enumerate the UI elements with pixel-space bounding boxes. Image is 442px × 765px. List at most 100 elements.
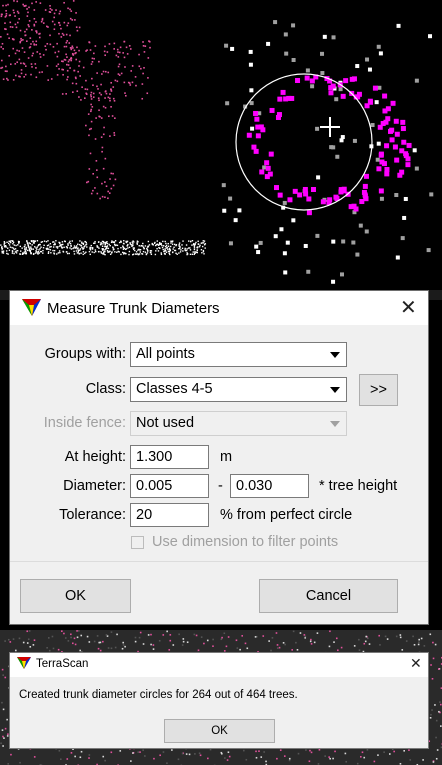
trunk-point	[400, 126, 406, 132]
lower-cloud-point	[431, 677, 434, 680]
lower-cloud-point	[334, 750, 336, 753]
canopy-point	[35, 40, 38, 43]
groups-with-select[interactable]: All points	[130, 342, 347, 367]
canopy-point	[78, 49, 80, 52]
ground-point	[82, 253, 84, 256]
lower-cloud-point	[162, 634, 165, 636]
ground-point	[11, 246, 13, 249]
class-select[interactable]: Classes 4-5	[130, 377, 347, 402]
tolerance-input[interactable]: 20	[130, 503, 209, 527]
lower-cloud-point	[434, 643, 437, 646]
canopy-point	[88, 128, 91, 131]
canopy-point	[58, 68, 60, 70]
ground-point	[55, 240, 57, 242]
scatter-point	[320, 71, 325, 76]
cancel-button[interactable]: Cancel	[259, 579, 398, 613]
ground-point	[104, 249, 106, 251]
canopy-point	[14, 15, 16, 17]
message-ok-button[interactable]: OK	[164, 719, 275, 743]
at-height-input[interactable]: 1.300	[130, 445, 209, 469]
ground-point	[102, 241, 105, 243]
canopy-point	[134, 76, 137, 78]
trunk-point	[277, 96, 283, 102]
ground-point	[32, 248, 35, 250]
canopy-point	[7, 79, 9, 81]
ground-point	[168, 247, 171, 250]
ground-point	[181, 247, 184, 249]
ground-point	[153, 242, 156, 245]
lower-cloud-point	[435, 736, 437, 739]
canopy-point	[50, 78, 53, 80]
class-more-button[interactable]: >>	[359, 374, 398, 406]
lower-cloud-point	[255, 750, 257, 753]
trunk-point	[376, 166, 382, 172]
canopy-point	[56, 55, 59, 58]
ground-point	[167, 245, 170, 247]
trunk-point	[397, 172, 403, 178]
ground-point	[106, 245, 108, 248]
lower-cloud-point	[66, 758, 69, 760]
ground-point	[16, 249, 19, 252]
ground-point	[17, 241, 20, 244]
lower-cloud-point	[70, 636, 72, 639]
lower-cloud-point	[4, 640, 6, 642]
canopy-point	[78, 26, 81, 29]
canopy-point	[30, 43, 32, 45]
scatter-point	[283, 270, 288, 275]
canopy-point	[117, 56, 120, 58]
canopy-point	[60, 27, 62, 30]
lower-cloud-point	[18, 637, 21, 640]
chevron-down-icon[interactable]	[326, 345, 344, 364]
canopy-point	[22, 3, 24, 6]
ground-point	[84, 245, 86, 247]
lower-cloud-point	[435, 757, 438, 760]
canopy-point	[129, 48, 132, 50]
chevron-down-icon[interactable]	[326, 380, 344, 399]
canopy-point	[125, 46, 128, 49]
ground-point	[30, 252, 32, 255]
canopy-point	[96, 72, 98, 74]
ok-button[interactable]: OK	[20, 579, 131, 613]
ground-point	[122, 251, 124, 254]
ground-point	[157, 250, 160, 252]
trunk-point	[320, 199, 326, 205]
ground-point	[59, 244, 62, 246]
ground-point	[116, 251, 118, 253]
ground-point	[26, 242, 29, 245]
canopy-point	[53, 23, 56, 26]
trunk-point	[349, 76, 355, 82]
ground-point	[142, 250, 145, 253]
lower-cloud-point	[185, 753, 188, 755]
lower-cloud-point	[194, 753, 196, 755]
lower-cloud-point	[436, 749, 439, 751]
close-icon[interactable]: ✕	[410, 655, 422, 672]
canopy-point	[53, 16, 56, 19]
close-icon[interactable]: ✕	[400, 295, 417, 320]
scatter-point	[305, 68, 310, 73]
scatter-point	[262, 165, 267, 170]
canopy-point	[107, 197, 109, 200]
canopy-point	[56, 42, 58, 45]
scatter-point	[283, 32, 288, 37]
scatter-point	[358, 223, 363, 228]
ground-point	[128, 250, 131, 253]
diameter-max-input[interactable]: 0.030	[230, 474, 309, 498]
ground-point	[8, 240, 10, 242]
diameter-min-input[interactable]: 0.005	[130, 474, 209, 498]
lower-cloud-point	[241, 635, 244, 637]
canopy-point	[59, 10, 62, 13]
canopy-point	[22, 39, 24, 41]
canopy-point	[90, 103, 92, 106]
ground-point	[21, 247, 23, 249]
lower-cloud-point	[58, 749, 61, 752]
lower-cloud-point	[438, 710, 440, 713]
scatter-point	[396, 23, 401, 28]
ground-point	[104, 253, 106, 256]
lower-cloud-point	[383, 751, 385, 753]
canopy-point	[0, 13, 3, 16]
ground-point	[46, 247, 48, 250]
canopy-point	[2, 48, 4, 50]
canopy-point	[72, 91, 74, 93]
ground-point	[137, 249, 139, 251]
lower-cloud-point	[409, 759, 412, 761]
